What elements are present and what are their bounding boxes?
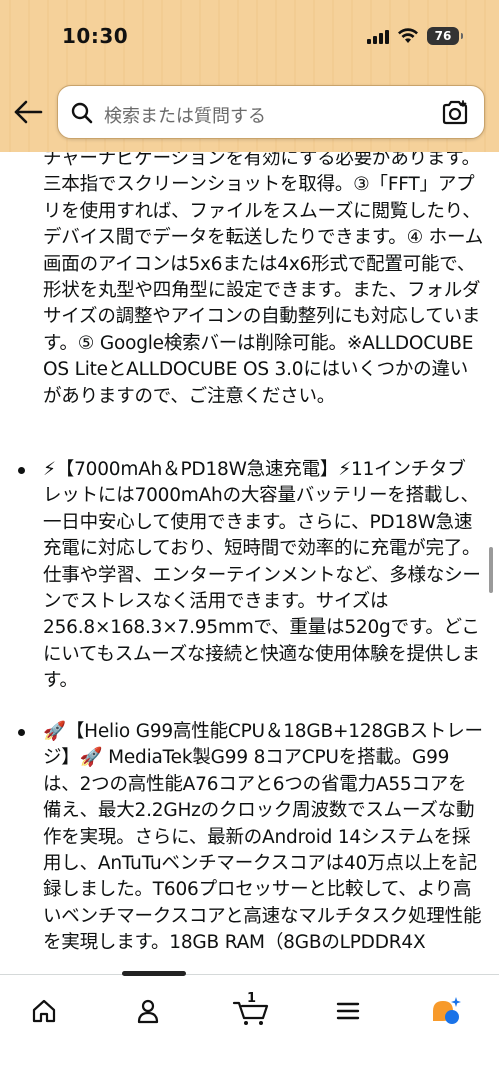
status-icons: 76 xyxy=(367,24,463,48)
app-header: 10:30 76 検索または質問する xyxy=(0,0,499,152)
active-tab-indicator xyxy=(122,971,186,976)
bottom-navigation: 1 xyxy=(0,971,499,1080)
search-bar[interactable]: 検索または質問する xyxy=(57,85,485,139)
user-icon xyxy=(137,999,159,1024)
scrollbar[interactable] xyxy=(489,547,493,593)
search-input[interactable]: 検索または質問する xyxy=(104,102,266,128)
battery-level: 76 xyxy=(434,29,452,43)
nav-menu[interactable] xyxy=(328,991,368,1031)
ai-assistant-icon xyxy=(433,997,461,1024)
wifi-icon xyxy=(398,28,418,43)
bullet-text-cpu: 🚀【Helio G99高性能CPU＆18GB+128GBストレージ】🚀 Medi… xyxy=(43,721,483,954)
bullet-point xyxy=(18,467,25,474)
nav-account[interactable] xyxy=(128,991,168,1031)
description-continuation: チャーナビゲーションを有効にする必要があります。三本指でスクリーンショットを取得… xyxy=(43,152,484,407)
bullet-point xyxy=(18,729,25,736)
home-icon xyxy=(32,999,56,1023)
bullet-text-battery: ⚡【7000mAh＆PD18W急速充電】⚡11インチタブレットには7000mAh… xyxy=(43,459,481,692)
battery-icon: 76 xyxy=(427,27,463,45)
product-description: チャーナビゲーションを有効にする必要があります。三本指でスクリーンショットを取得… xyxy=(0,152,499,974)
nav-home[interactable] xyxy=(24,991,64,1031)
nav-cart[interactable]: 1 xyxy=(230,991,272,1031)
cellular-signal-icon xyxy=(367,28,389,44)
nav-ai-assistant[interactable] xyxy=(426,991,466,1031)
camera-search-icon[interactable] xyxy=(440,98,470,128)
search-icon xyxy=(71,102,93,124)
back-arrow-icon[interactable] xyxy=(12,98,44,126)
cart-count-badge: 1 xyxy=(247,991,257,1006)
status-time: 10:30 xyxy=(62,24,129,48)
hamburger-menu-icon xyxy=(336,1002,360,1020)
